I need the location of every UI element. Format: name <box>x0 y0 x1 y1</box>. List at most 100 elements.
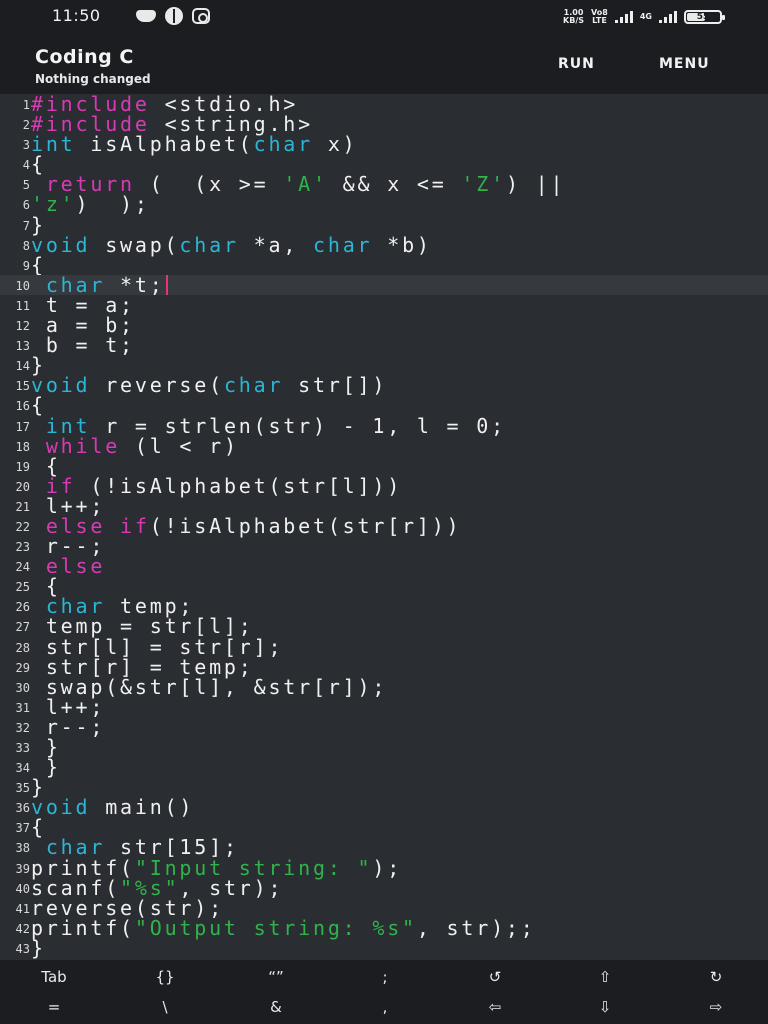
code-line[interactable]: 6'z') ); <box>0 194 768 214</box>
code-line[interactable]: 40 scanf("%s", str); <box>0 878 768 898</box>
code-line[interactable]: 36 void main() <box>0 797 768 817</box>
line-code[interactable]: l++; <box>31 496 105 516</box>
code-line[interactable]: 22 else if(!isAlphabet(str[r])) <box>0 516 768 536</box>
code-line[interactable]: 27 temp = str[l]; <box>0 616 768 636</box>
line-code[interactable]: scanf("%s", str); <box>31 878 283 898</box>
code-line[interactable]: 33 } <box>0 737 768 757</box>
line-code[interactable]: b = t; <box>31 335 135 355</box>
line-code[interactable]: str[l] = str[r]; <box>31 636 283 657</box>
semicolon-key[interactable]: ; <box>355 968 415 986</box>
code-line[interactable]: 14} <box>0 355 768 375</box>
code-line[interactable]: 25 { <box>0 576 768 596</box>
code-line[interactable]: 16{ <box>0 395 768 415</box>
code-line[interactable]: 39 printf("Input string: "); <box>0 858 768 878</box>
backslash-key[interactable]: \ <box>135 998 195 1016</box>
line-code[interactable]: r--; <box>31 536 105 556</box>
code-line[interactable]: 35} <box>0 777 768 797</box>
line-code[interactable]: { <box>31 576 61 596</box>
line-code[interactable]: { <box>31 255 46 275</box>
redo-key[interactable]: ↻ <box>686 968 746 986</box>
line-code[interactable]: char *t; <box>31 275 168 295</box>
line-code[interactable]: printf("Input string: "); <box>31 858 402 878</box>
code-line[interactable]: 28 str[l] = str[r]; <box>0 636 768 657</box>
code-line[interactable]: 41 reverse(str); <box>0 898 768 918</box>
code-line[interactable]: 7} <box>0 215 768 235</box>
line-code[interactable]: #include <stdio.h> <box>31 94 298 114</box>
code-line[interactable]: 34 } <box>0 757 768 777</box>
line-code[interactable]: { <box>31 817 46 837</box>
code-line[interactable]: 4{ <box>0 154 768 174</box>
line-code[interactable]: } <box>31 737 61 757</box>
code-line[interactable]: 21 l++; <box>0 496 768 516</box>
line-code[interactable]: while (l < r) <box>31 436 239 456</box>
comma-key[interactable]: , <box>355 998 415 1016</box>
braces-key[interactable]: {} <box>135 968 195 986</box>
code-line[interactable]: 18 while (l < r) <box>0 436 768 456</box>
code-line[interactable]: 26 char temp; <box>0 596 768 616</box>
line-code[interactable]: swap(&str[l], &str[r]); <box>31 677 387 697</box>
line-code[interactable]: void main() <box>31 797 194 817</box>
code-line[interactable]: 20 if (!isAlphabet(str[l])) <box>0 476 768 496</box>
up-arrow-key[interactable]: ⇧ <box>575 968 635 986</box>
line-code[interactable]: if (!isAlphabet(str[l])) <box>31 476 402 496</box>
code-line[interactable]: 5 return ( (x >= 'A' && x <= 'Z') || <box>0 174 768 194</box>
code-line[interactable]: 9{ <box>0 255 768 275</box>
line-code[interactable]: char temp; <box>31 596 194 616</box>
line-code[interactable]: { <box>31 154 46 174</box>
code-line[interactable]: 43} <box>0 938 768 958</box>
line-code[interactable]: printf("Output string: %s", str);; <box>31 918 536 938</box>
code-editor[interactable]: 1 #include <stdio.h> 2 #include <string.h> 3… <box>0 94 768 960</box>
ampersand-key[interactable]: & <box>246 998 306 1016</box>
line-code[interactable]: l++; <box>31 697 105 717</box>
code-line[interactable]: 23 r--; <box>0 536 768 556</box>
tab-key[interactable]: Tab <box>24 968 84 986</box>
line-code[interactable]: char str[15]; <box>31 837 239 857</box>
down-arrow-key[interactable]: ⇩ <box>575 998 635 1016</box>
menu-button[interactable]: MENU <box>659 56 710 72</box>
code-line[interactable]: 3 int isAlphabet(char x) <box>0 134 768 154</box>
run-button[interactable]: RUN <box>558 56 595 72</box>
code-line[interactable]: 15 void reverse(char str[]) <box>0 375 768 395</box>
line-code[interactable]: { <box>31 395 46 415</box>
code-line[interactable]: 8 void swap(char *a, char *b) <box>0 235 768 255</box>
code-line[interactable]: 17 int r = strlen(str) - 1, l = 0; <box>0 415 768 436</box>
line-code[interactable]: reverse(str); <box>31 898 224 918</box>
code-line[interactable]: 2 #include <string.h> <box>0 114 768 134</box>
code-line[interactable]: 10 char *t; <box>0 275 768 295</box>
line-code[interactable]: else <box>31 556 105 576</box>
line-code[interactable]: int isAlphabet(char x) <box>31 134 358 154</box>
code-line[interactable]: 24 else <box>0 556 768 576</box>
left-arrow-key[interactable]: ⇦ <box>465 998 525 1016</box>
quotes-key[interactable]: “” <box>246 968 306 986</box>
undo-key[interactable]: ↺ <box>465 968 525 986</box>
line-code[interactable]: void swap(char *a, char *b) <box>31 235 432 255</box>
code-line[interactable]: 29 str[r] = temp; <box>0 657 768 677</box>
line-code[interactable]: #include <string.h> <box>31 114 313 134</box>
line-code[interactable]: int r = strlen(str) - 1, l = 0; <box>31 415 506 436</box>
code-line[interactable]: 30 swap(&str[l], &str[r]); <box>0 677 768 697</box>
line-code[interactable]: { <box>31 456 61 476</box>
line-code[interactable]: } <box>31 777 46 797</box>
code-line[interactable]: 11 t = a; <box>0 295 768 315</box>
line-code[interactable]: else if(!isAlphabet(str[r])) <box>31 516 461 536</box>
code-line[interactable]: 12 a = b; <box>0 315 768 335</box>
code-line[interactable]: 32 r--; <box>0 717 768 737</box>
line-code[interactable]: } <box>31 757 61 777</box>
code-line[interactable]: 13 b = t; <box>0 335 768 355</box>
code-line[interactable]: 37{ <box>0 817 768 837</box>
line-code[interactable]: void reverse(char str[]) <box>31 375 387 395</box>
line-code[interactable]: return ( (x >= 'A' && x <= 'Z') || <box>31 174 565 194</box>
equals-key[interactable]: = <box>24 998 84 1016</box>
code-line[interactable]: 42 printf("Output string: %s", str);; <box>0 918 768 938</box>
code-line[interactable]: 19 { <box>0 456 768 476</box>
line-code[interactable]: 'z') ); <box>31 194 150 214</box>
line-code[interactable]: r--; <box>31 717 105 737</box>
line-code[interactable]: } <box>31 215 46 235</box>
code-line[interactable]: 1 #include <stdio.h> <box>0 94 768 114</box>
line-code[interactable]: a = b; <box>31 315 135 335</box>
line-code[interactable]: temp = str[l]; <box>31 616 254 636</box>
right-arrow-key[interactable]: ⇨ <box>686 998 746 1016</box>
line-code[interactable]: t = a; <box>31 295 135 315</box>
code-line[interactable]: 38 char str[15]; <box>0 837 768 857</box>
line-code[interactable]: } <box>31 355 46 375</box>
